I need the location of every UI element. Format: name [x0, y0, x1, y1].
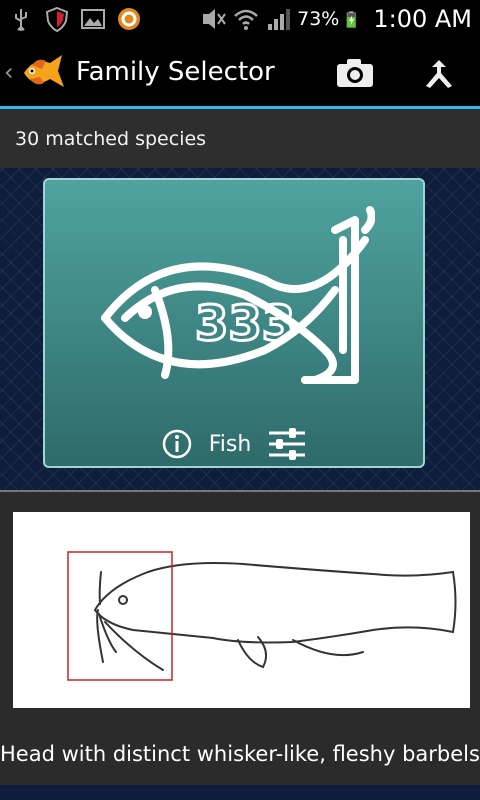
wifi-icon — [234, 9, 258, 30]
info-icon[interactable] — [161, 428, 193, 460]
back-chevron-icon[interactable]: ‹ — [4, 60, 18, 84]
feature-section: Head with distinct whisker-like, fleshy … — [0, 490, 480, 800]
page-title: Family Selector — [76, 57, 275, 87]
app-notification-icon — [118, 8, 140, 30]
status-bar: 73% 1:00 AM — [0, 0, 480, 38]
bottom-pattern-strip — [0, 785, 480, 800]
match-count-text: 30 matched species — [15, 127, 207, 150]
battery-percent: 73% — [297, 8, 340, 30]
catfish-barbels-illustration — [13, 512, 470, 708]
family-card-fish[interactable]: 333 Fish — [43, 178, 425, 468]
image-icon — [81, 9, 105, 29]
clock: 1:00 AM — [373, 5, 472, 33]
usb-icon — [15, 9, 27, 31]
family-card-area: 333 Fish — [0, 168, 480, 490]
camera-button[interactable] — [330, 50, 380, 96]
status-right-icons: 73% 1:00 AM — [201, 5, 472, 33]
signal-icon — [268, 9, 291, 30]
card-footer: Fish — [45, 424, 423, 464]
status-left-icons — [8, 6, 142, 32]
highlight-box — [67, 551, 173, 681]
fish-logo-icon[interactable] — [20, 49, 66, 95]
family-label: Fish — [208, 431, 252, 457]
mute-icon — [203, 9, 226, 29]
feature-caption: Head with distinct whisker-like, fleshy … — [0, 742, 480, 766]
fish-icon: 333 — [101, 206, 375, 384]
shield-icon — [45, 6, 69, 32]
filter-sliders-icon[interactable] — [267, 426, 307, 462]
action-bar: ‹ Family Selector — [0, 38, 480, 106]
battery-charging-icon — [347, 11, 357, 28]
match-count-bar: 30 matched species — [0, 109, 480, 168]
svg-text:333: 333 — [195, 296, 295, 352]
camera-icon — [337, 59, 373, 87]
merge-icon — [426, 60, 452, 88]
catfish-drawing — [67, 551, 457, 681]
merge-button[interactable] — [414, 50, 464, 96]
